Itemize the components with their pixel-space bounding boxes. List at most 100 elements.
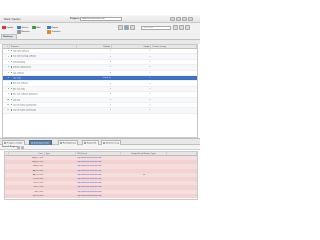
refresh-small-icon[interactable] <box>21 146 24 149</box>
search-label: Search <box>21 26 29 29</box>
keyword-cell: link popularity <box>10 60 77 63</box>
result-number-cell: 20 <box>143 173 146 176</box>
google-cell: 1 <box>149 87 151 90</box>
url-cell[interactable]: http://www.link-assistant.com <box>76 174 121 176</box>
keyword-cell: website optimization <box>10 66 77 69</box>
print-icon[interactable] <box>179 25 184 30</box>
date-cell: Jul 19, 2017 <box>33 182 44 185</box>
date-cell: May 3, 2017 <box>33 165 44 168</box>
table-row[interactable]: 12 search engine submission 1 1 <box>3 108 197 114</box>
keyword-text: seo rank tracking software <box>12 55 37 58</box>
help-icon[interactable] <box>176 16 181 22</box>
date-cell: May 10, 2017 <box>32 161 44 164</box>
keyword-cell: search engine optimization <box>10 103 77 107</box>
url-cell[interactable]: http://www.link-assistant.com <box>76 157 121 159</box>
export-icon[interactable] <box>173 25 178 30</box>
table-row[interactable]: Jun 28, 2017 http://www.link-assistant.co… <box>5 193 197 198</box>
keyword-text: search engine submission <box>12 109 37 112</box>
update-button[interactable]: Update <box>2 25 13 30</box>
quick-filter-input[interactable]: Quick Filter <box>141 25 171 30</box>
app-window: Rank Tracker Project: www.link-assistant… <box>0 0 200 200</box>
row-number: 12 <box>6 109 9 112</box>
google-cell: 1 <box>149 98 151 101</box>
project-dropdown[interactable]: www.link-assistant.com <box>80 16 122 22</box>
url-cell[interactable]: http://www.link-assistant.com <box>76 165 121 167</box>
schedule-label: Schedule <box>51 30 61 33</box>
app-title: Rank Tracker <box>4 17 21 21</box>
date-cell: Jun 28, 2017 <box>32 194 44 197</box>
keyword-cell: seo rank tracking software <box>10 55 77 58</box>
column-header-google[interactable]: Google <box>112 45 152 48</box>
schedule-button[interactable]: Schedule <box>47 30 61 35</box>
row-number: 2 <box>7 55 9 58</box>
url-cell[interactable]: http://www.link-assistant.com <box>76 195 121 197</box>
url-link[interactable]: http://www.link-assistant.com <box>77 195 101 197</box>
settings-icon[interactable] <box>170 16 175 22</box>
row-number: 4 <box>7 66 9 69</box>
google-cell: 1 <box>149 93 151 96</box>
minus-icon <box>17 30 21 34</box>
filter-icon[interactable] <box>130 25 135 30</box>
column-header-type[interactable]: Type <box>45 152 77 155</box>
remove-button[interactable]: Remove <box>17 30 30 35</box>
row-number: 8 <box>7 87 9 90</box>
project-label: Project: <box>70 17 80 21</box>
url-cell[interactable]: http://www.link-assistant.com <box>76 191 121 193</box>
keyword-text: seo software <box>12 71 25 74</box>
keyword-cell: free seo software download <box>10 93 77 96</box>
keyword-text: seo tools software <box>12 50 30 53</box>
date-cell: Jul 5, 2017 <box>34 190 44 193</box>
url-cell[interactable]: http://www.link-assistant.com <box>76 161 121 163</box>
column-header-result-types[interactable]: Google Result Number Types <box>121 152 168 155</box>
url-cell[interactable]: http://www.link-assistant.com <box>76 170 121 172</box>
date-cell: May 17, 2017 <box>32 157 44 160</box>
ranking-details-table: Date Type URL Found Google Result Number… <box>4 151 198 200</box>
url-cell[interactable]: http://www.link-assistant.com <box>76 182 121 184</box>
keyword-cell: seo tools software <box>10 50 77 52</box>
url-link[interactable]: http://www.link-assistant.com <box>77 165 101 167</box>
column-header-num[interactable]: # <box>3 45 10 48</box>
keyword-text: search engine optimization <box>12 104 37 107</box>
column-header-date[interactable]: Date <box>9 152 45 155</box>
column-header-keyword[interactable]: Keyword <box>10 45 78 48</box>
visibility-cell: 1 <box>109 93 111 96</box>
menu-icon[interactable] <box>188 16 193 22</box>
user-icon[interactable] <box>182 16 187 22</box>
url-link[interactable]: http://www.link-assistant.com <box>77 157 101 159</box>
url-link[interactable]: http://www.link-assistant.com <box>77 178 101 180</box>
keyword-text: free seo tools <box>12 88 25 91</box>
clock-icon <box>47 30 51 34</box>
keyword-cell: seo tool <box>10 98 77 101</box>
columns-icon[interactable] <box>124 25 129 30</box>
date-cell: Apr 19, 2017 <box>32 173 44 176</box>
remove-label: Remove <box>21 30 30 33</box>
date-cell: Apr 26, 2017 <box>32 169 44 172</box>
view-icon[interactable] <box>118 25 123 30</box>
add-button[interactable]: Add <box>32 25 40 30</box>
visibility-cell: 1 <box>109 87 111 90</box>
keyword-cell: free seo tools <box>10 87 77 91</box>
url-cell[interactable]: http://www.link-assistant.com <box>76 186 121 188</box>
url-link[interactable]: http://www.link-assistant.com <box>77 186 101 188</box>
url-cell[interactable]: http://www.link-assistant.com <box>76 178 121 180</box>
row-number: 7 <box>7 82 9 85</box>
ranking-details-body: May 17, 2017 http://www.link-assistant.co… <box>5 156 197 198</box>
visibility-cell: 1 <box>109 71 111 74</box>
url-link[interactable]: http://www.link-assistant.com <box>77 174 101 176</box>
visibility-cell: 1 <box>109 55 111 58</box>
url-link[interactable]: http://www.link-assistant.com <box>77 170 101 172</box>
column-header-extra[interactable] <box>167 152 197 155</box>
visibility-cell: 1 <box>109 82 111 85</box>
tag-icon[interactable] <box>185 25 190 30</box>
column-header-url[interactable]: URL Found <box>76 152 121 155</box>
project-selector[interactable]: Project: www.link-assistant.com <box>70 16 162 22</box>
keywords-table-body: 1 seo tools software 1 1 2 seo rank tracking … <box>3 49 197 114</box>
update-label: Update <box>6 26 14 29</box>
url-link[interactable]: http://www.link-assistant.com <box>77 191 101 193</box>
column-header-visibility[interactable]: Visibility <box>77 45 112 48</box>
column-header-change[interactable]: Position change <box>151 45 197 48</box>
dropdown-icon[interactable] <box>17 146 20 149</box>
url-link[interactable]: http://www.link-assistant.com <box>77 161 101 163</box>
google-cell: 1 <box>149 104 151 107</box>
url-link[interactable]: http://www.link-assistant.com <box>77 182 101 184</box>
